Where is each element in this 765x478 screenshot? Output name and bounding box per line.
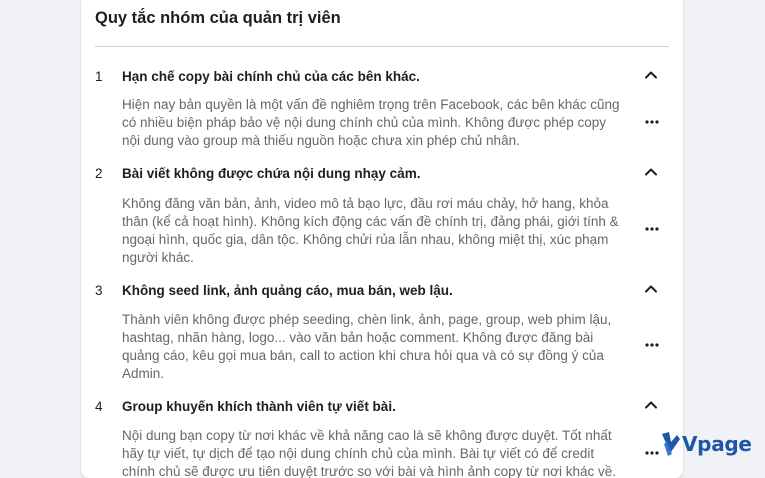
rule-description: Nội dung bạn copy từ nơi khác về khả năn… bbox=[122, 427, 622, 478]
rule-description-line: Admin. bbox=[122, 366, 165, 381]
vpage-logo-icon bbox=[662, 432, 680, 456]
rule-title: Bài viết không được chứa nội dung nhạy c… bbox=[122, 166, 421, 181]
rule-number: 2 bbox=[95, 166, 103, 181]
rule-description-line: Không đăng văn bản, ảnh, video mô tả bạo… bbox=[122, 196, 609, 211]
divider bbox=[95, 46, 669, 47]
rule-description-line: người khác. bbox=[122, 250, 194, 265]
rule-description-line: hashtag, nhãn hàng, logo... vào văn bản … bbox=[122, 330, 594, 345]
rule-number: 3 bbox=[95, 283, 103, 298]
rule-description-line: có nhiều biện pháp bảo vệ nội dung chính… bbox=[122, 115, 606, 130]
rule-description-line: Nội dung bạn copy từ nơi khác về khả năn… bbox=[122, 428, 612, 443]
rule-title: Group khuyến khích thành viên tự viết bà… bbox=[122, 399, 396, 414]
rule-description-line: Hiện nay bản quyền là một vấn đề nghiêm … bbox=[122, 97, 620, 112]
chevron-up-icon[interactable] bbox=[643, 281, 659, 297]
vpage-watermark: Vpage bbox=[658, 429, 758, 461]
rule-description-line: quảng cáo, kêu gọi mua bán, call to acti… bbox=[122, 348, 604, 363]
rule-description: Thành viên không được phép seeding, chèn… bbox=[122, 311, 622, 383]
watermark-text: Vpage bbox=[682, 432, 752, 456]
rule-description-line: nội dung vào group mà thiếu nguồn hoặc c… bbox=[122, 133, 520, 148]
rule-description-line: ngoại hình, quốc gia, dân tộc. Không chử… bbox=[122, 232, 609, 247]
rule-description: Không đăng văn bản, ảnh, video mô tả bạo… bbox=[122, 195, 622, 267]
rule-description-line: thân (kể cả hoạt hình). Không kích động … bbox=[122, 214, 619, 229]
rule-number: 4 bbox=[95, 399, 103, 414]
chevron-up-icon[interactable] bbox=[643, 397, 659, 413]
rule-title: Không seed link, ảnh quảng cáo, mua bán,… bbox=[122, 283, 453, 298]
rule-description: Hiện nay bản quyền là một vấn đề nghiêm … bbox=[122, 96, 622, 150]
rule-description-line: Thành viên không được phép seeding, chèn… bbox=[122, 312, 612, 327]
group-rules-panel: Quy tắc nhóm của quản trị viên 1 Hạn chế… bbox=[81, 0, 683, 478]
chevron-up-icon[interactable] bbox=[643, 67, 659, 83]
rule-number: 1 bbox=[95, 69, 103, 84]
panel-title: Quy tắc nhóm của quản trị viên bbox=[95, 9, 341, 27]
more-icon[interactable] bbox=[644, 225, 660, 233]
rule-title: Hạn chế copy bài chính chủ của các bên k… bbox=[122, 69, 420, 84]
rule-description-line: chính chủ sẽ được ưu tiên duyệt trước so… bbox=[122, 464, 617, 478]
more-icon[interactable] bbox=[644, 118, 660, 126]
chevron-up-icon[interactable] bbox=[643, 164, 659, 180]
more-icon[interactable] bbox=[644, 341, 660, 349]
rule-description-line: hãy tự viết, tự dịch để tạo nội dung chí… bbox=[122, 446, 595, 461]
